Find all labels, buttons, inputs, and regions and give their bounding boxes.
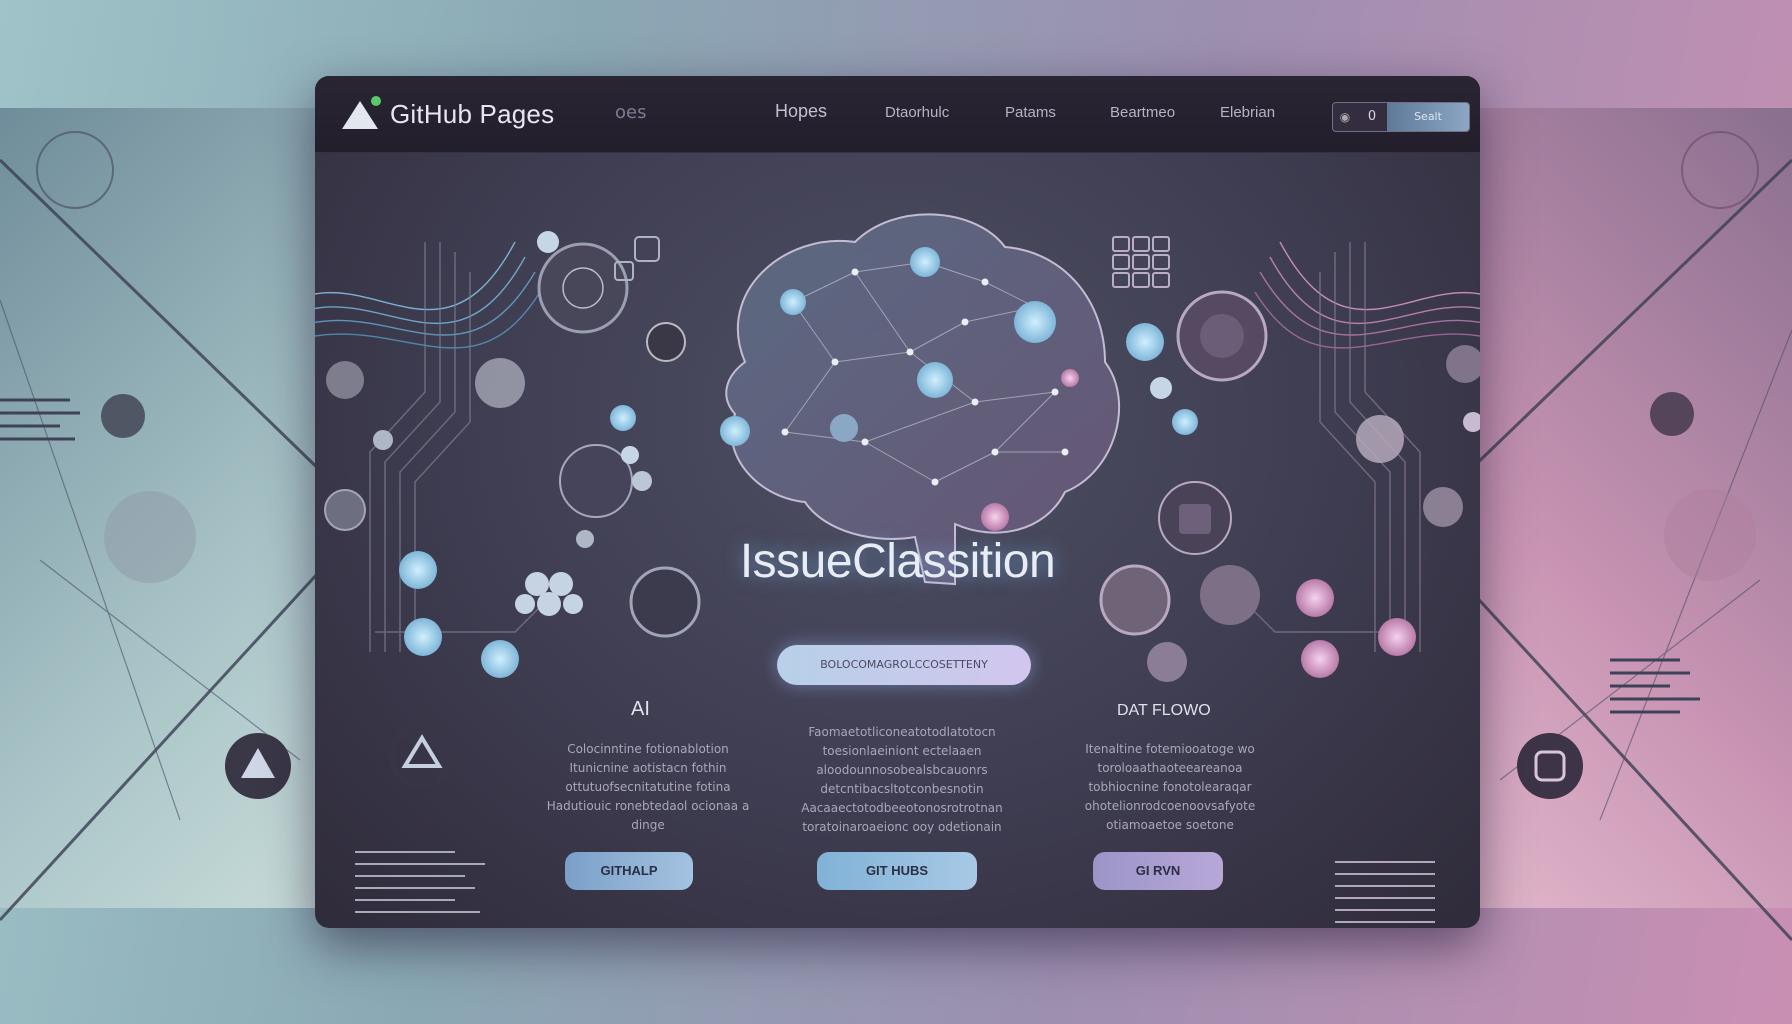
column-text-center: Faomaetotliconeatotodlatotocn toesionlae… (801, 725, 1003, 834)
column-button-git-hubs[interactable]: GIT HUBS (817, 852, 977, 890)
brand-name: GitHub Pages (390, 98, 555, 129)
search-input[interactable]: 0 (1357, 103, 1387, 131)
search-box[interactable]: ◉ 0 Sealt (1332, 102, 1470, 132)
nav-item-beartmeo[interactable]: Beartmeo (1110, 104, 1175, 121)
brand-ghost-label: oes (615, 102, 647, 123)
search-icon: ◉ (1339, 110, 1351, 124)
search-button[interactable]: Sealt (1387, 103, 1469, 131)
nav-item-hopes[interactable]: Hopes (775, 101, 827, 122)
nav-item-dtaorhulc[interactable]: Dtaorhulc (885, 104, 949, 121)
nav-item-elebrian[interactable]: Elebrian (1220, 104, 1275, 121)
hero-title: IssueClassition (739, 535, 1056, 588)
column-title-ai: AI (631, 698, 650, 720)
top-navigation-bar: GitHub Pages oes Hopes Dtaorhulc Patams … (315, 76, 1480, 153)
brand[interactable]: GitHub Pages (340, 94, 554, 134)
column-button-githalp[interactable]: GITHALP (565, 852, 693, 890)
github-pages-logo-icon (340, 95, 384, 133)
column-button-gi-rvn[interactable]: GI RVN (1093, 852, 1223, 890)
hero-cta-button[interactable]: BOLOCOMAGROLCCOSETTENY (777, 645, 1031, 685)
nav-item-patams[interactable]: Patams (1005, 104, 1056, 121)
column-text-right: Itenaltine fotemiooatoge wo toroloaathao… (1084, 742, 1256, 832)
column-title-data-flow: DAT FLOWO (1117, 702, 1211, 719)
site-window: GitHub Pages oes Hopes Dtaorhulc Patams … (315, 76, 1480, 928)
column-text-left: Colocinntine fotionablotion Itunicnine a… (546, 742, 750, 832)
